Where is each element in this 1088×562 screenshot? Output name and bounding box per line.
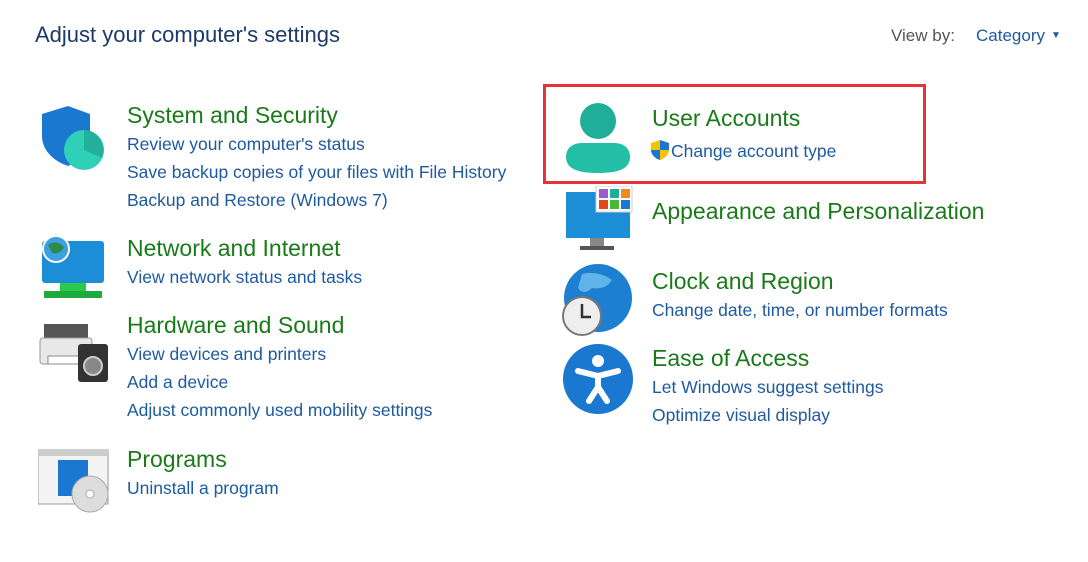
uninstall-program-link[interactable]: Uninstall a program (127, 474, 279, 502)
system-security-heading[interactable]: System and Security (127, 100, 506, 130)
review-status-link[interactable]: Review your computer's status (127, 130, 506, 158)
optimize-display-link[interactable]: Optimize visual display (652, 401, 884, 429)
view-by-label: View by: (891, 26, 955, 45)
backup-restore-link[interactable]: Backup and Restore (Windows 7) (127, 186, 506, 214)
network-status-link[interactable]: View network status and tasks (127, 263, 362, 291)
add-device-link[interactable]: Add a device (127, 368, 432, 396)
date-time-formats-link[interactable]: Change date, time, or number formats (652, 296, 948, 324)
clock-globe-icon[interactable] (562, 264, 634, 336)
suggest-settings-link[interactable]: Let Windows suggest settings (652, 373, 884, 401)
programs-icon[interactable] (38, 444, 110, 516)
shield-icon[interactable] (38, 100, 110, 172)
clock-region-heading[interactable]: Clock and Region (652, 266, 948, 296)
user-accounts-heading[interactable]: User Accounts (652, 103, 836, 133)
view-by-value: Category (976, 26, 1045, 45)
change-account-type-link[interactable]: Change account type (651, 137, 837, 165)
accessibility-icon[interactable] (562, 343, 634, 415)
mobility-settings-link[interactable]: Adjust commonly used mobility settings (127, 396, 432, 424)
printer-speaker-icon[interactable] (38, 310, 110, 382)
hardware-sound-heading[interactable]: Hardware and Sound (127, 310, 432, 340)
appearance-heading[interactable]: Appearance and Personalization (652, 196, 984, 226)
devices-printers-link[interactable]: View devices and printers (127, 340, 432, 368)
file-history-link[interactable]: Save backup copies of your files with Fi… (127, 158, 506, 186)
programs-heading[interactable]: Programs (127, 444, 279, 474)
network-internet-heading[interactable]: Network and Internet (127, 233, 362, 263)
ease-of-access-heading[interactable]: Ease of Access (652, 343, 884, 373)
chevron-down-icon: ▼ (1050, 30, 1061, 41)
appearance-monitor-icon[interactable] (562, 186, 634, 258)
change-account-type-label: Change account type (671, 141, 837, 161)
network-globe-icon[interactable] (38, 233, 110, 305)
user-icon[interactable] (562, 103, 634, 175)
view-by-dropdown[interactable]: Category ▼ (976, 26, 1061, 46)
uac-shield-icon (651, 140, 669, 160)
page-title: Adjust your computer's settings (35, 22, 341, 47)
